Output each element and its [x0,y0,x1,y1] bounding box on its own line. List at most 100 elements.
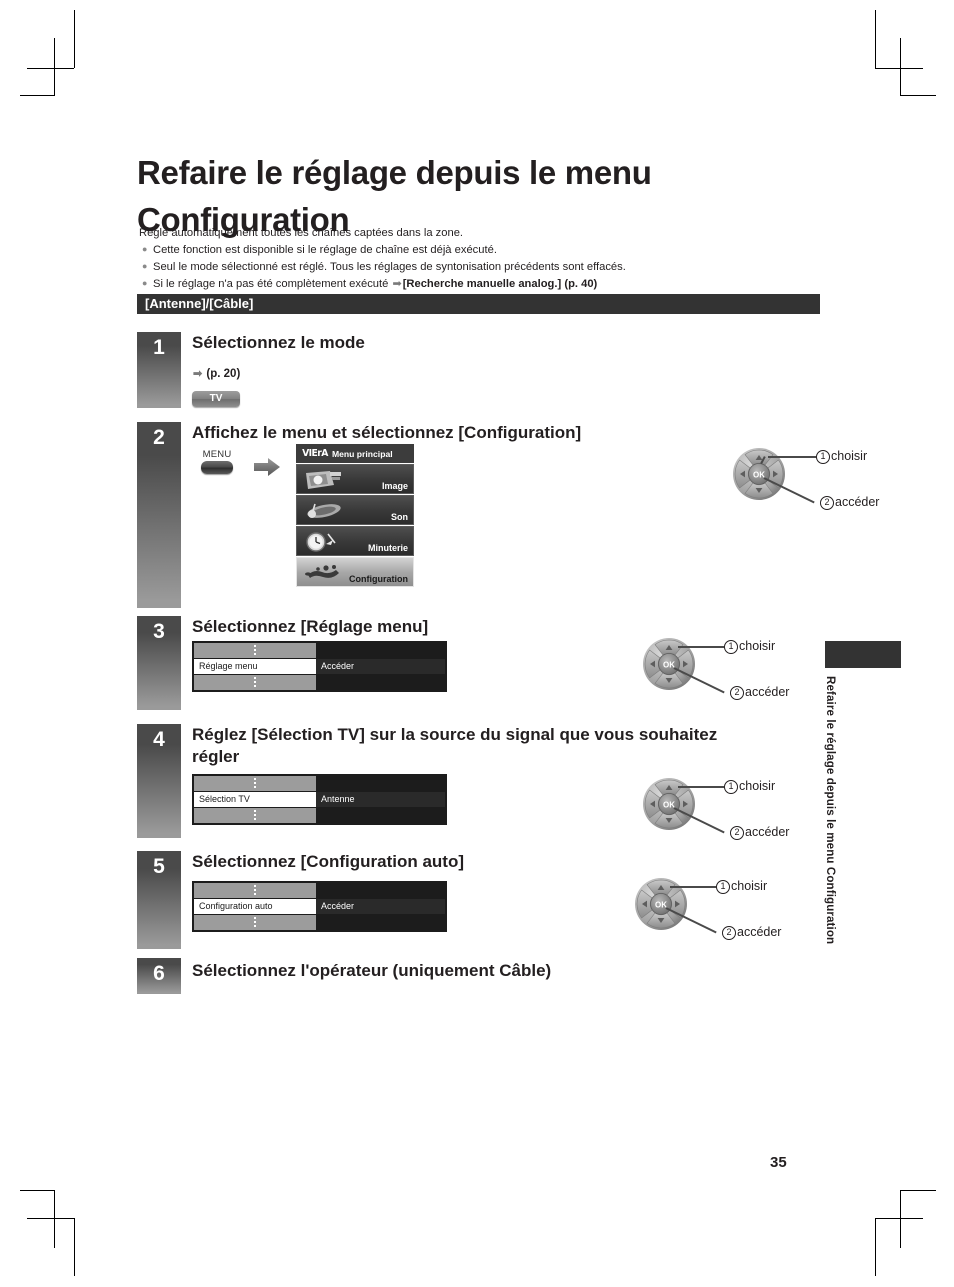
tv-menu-panel: VIErA Menu principal Image Son Minuterie… [296,444,414,587]
callout-choisir: 1 choisir [716,879,767,894]
remote-key-menu-label: MENU [202,449,232,460]
callout-line [678,646,724,648]
table-cell-value: Accéder [316,899,445,914]
bullet-icon: ● [142,244,148,255]
table-cell-label: Sélection TV [194,792,316,807]
step-number-badge: 1 [137,332,181,408]
callout-label: choisir [731,879,768,893]
callout-label: choisir [831,449,868,463]
picture-icon [306,471,341,489]
callout-choisir: 1 choisir [724,639,775,654]
table-row [194,883,445,898]
table-row [194,776,445,791]
table-row-selected[interactable]: Configuration auto Accéder [194,899,445,914]
tv-menu-header: VIErA Menu principal [296,444,414,463]
ellipsis-icon [254,810,256,821]
table-cell-value [316,883,445,898]
bullet-text: Seul le mode sélectionné est réglé. Tous… [153,261,626,274]
tv-menu-item-son[interactable]: Son [296,495,414,525]
step-title: Sélectionnez le mode [192,333,365,352]
table-cell-value [316,776,445,791]
side-tab-label: Refaire le réglage depuis le menu Config… [824,676,837,945]
callout-label: choisir [739,639,776,653]
table-cell-value: Antenne [316,792,445,807]
bullet-text-main: Si le réglage n'a pas été complètement e… [153,278,392,291]
step-number-badge: 3 [137,616,181,710]
step-1-body: Sélectionnez le mode ➡ (p. 20) TV [192,332,365,408]
list-item: ● Cette fonction est disponible si le ré… [139,243,839,258]
table-row-selected[interactable]: Sélection TV Antenne [194,792,445,807]
settings-table: Configuration auto Accéder [192,881,447,932]
section-bar: [Antenne]/[Câble] [137,294,820,314]
intro-lead: Règle automatiquement toutes les chaînes… [139,227,464,239]
tv-menu-item-label: Son [391,512,408,522]
step-number-badge: 6 [137,958,181,994]
callout-number: 1 [724,780,738,794]
table-row [194,643,445,658]
table-row [194,915,445,930]
callout-number: 2 [722,926,736,940]
bullet-icon: ● [142,278,148,289]
arrow-right-icon: ➡ [392,278,402,291]
callout-line [768,456,816,458]
sound-icon [307,503,341,518]
tv-menu-item-configuration[interactable]: Configuration [296,557,414,587]
step-title: Sélectionnez l'opérateur (uniquement Câb… [192,961,552,980]
step-5-body: Sélectionnez [Configuration auto] Config… [192,851,781,940]
remote-key-menu-button[interactable] [201,461,233,474]
table-cell-label: Réglage menu [194,659,316,674]
step-number-badge: 4 [137,724,181,838]
callout-choisir: 1 choisir [816,449,867,464]
remote-key-tv[interactable]: TV [192,391,240,408]
callout-acceder: 2 accéder [730,825,789,840]
callout-number: 2 [730,686,744,700]
callout-acceder: 2 accéder [722,925,781,940]
tv-menu-item-label: Image [381,481,408,491]
clock-icon [306,532,336,552]
table-cell-label [194,915,316,930]
callout-line [678,786,724,788]
ellipsis-icon [254,917,256,928]
table-cell-label [194,776,316,791]
table-row [194,675,445,690]
table-cell-value [316,915,445,930]
tv-menu-item-minuterie[interactable]: Minuterie [296,526,414,556]
ellipsis-icon [254,677,256,688]
table-row-selected[interactable]: Réglage menu Accéder [194,659,445,674]
arrow-right-icon: ➡ [193,368,203,381]
ellipsis-icon [254,885,256,896]
list-item: ● Seul le mode sélectionné est réglé. To… [139,260,839,275]
cross-reference-label: [Recherche manuelle analog.] [402,278,562,291]
step-6-body: Sélectionnez l'opérateur (uniquement Câb… [192,960,551,982]
manual-page: Refaire le réglage depuis le menu Config… [0,0,954,1287]
table-cell-value: Accéder [316,659,445,674]
table-cell-label [194,643,316,658]
page-number: 35 [770,1154,787,1171]
table-cell-value [316,808,445,823]
callout-acceder: 2 accéder [820,495,879,510]
callout-label: accéder [835,495,880,509]
bullet-icon: ● [142,261,148,272]
callout-number: 1 [724,640,738,654]
step-3-body: Sélectionnez [Réglage menu] Réglage menu… [192,616,789,700]
page-reference: ➡ (p. 20) [192,367,365,380]
callout-line [670,886,716,888]
callout-number: 2 [730,826,744,840]
callout-label: choisir [739,779,776,793]
tv-menu-item-label: Minuterie [367,543,408,553]
tv-menu-item-image[interactable]: Image [296,464,414,494]
step-title: Sélectionnez [Configuration auto] [192,852,464,871]
bullet-text: Si le réglage n'a pas été complètement e… [153,277,839,292]
step-4-body: Réglez [Sélection TV] sur la source du s… [192,724,789,840]
tv-menu-header-label: Menu principal [331,448,393,459]
callout-choisir: 1 choisir [724,779,775,794]
ellipsis-icon [254,645,256,656]
list-item: ● Si le réglage n'a pas été complètement… [139,277,839,292]
tv-menu-item-label: Configuration [349,574,408,584]
table-row [194,808,445,823]
step-2-body: Affichez le menu et sélectionnez [Config… [192,422,879,587]
step-title: Réglez [Sélection TV] sur la source du s… [192,725,718,767]
callout-label: accéder [745,685,790,699]
remote-key-menu[interactable]: MENU [192,450,242,474]
bullet-text: Cette fonction est disponible si le régl… [153,244,497,257]
